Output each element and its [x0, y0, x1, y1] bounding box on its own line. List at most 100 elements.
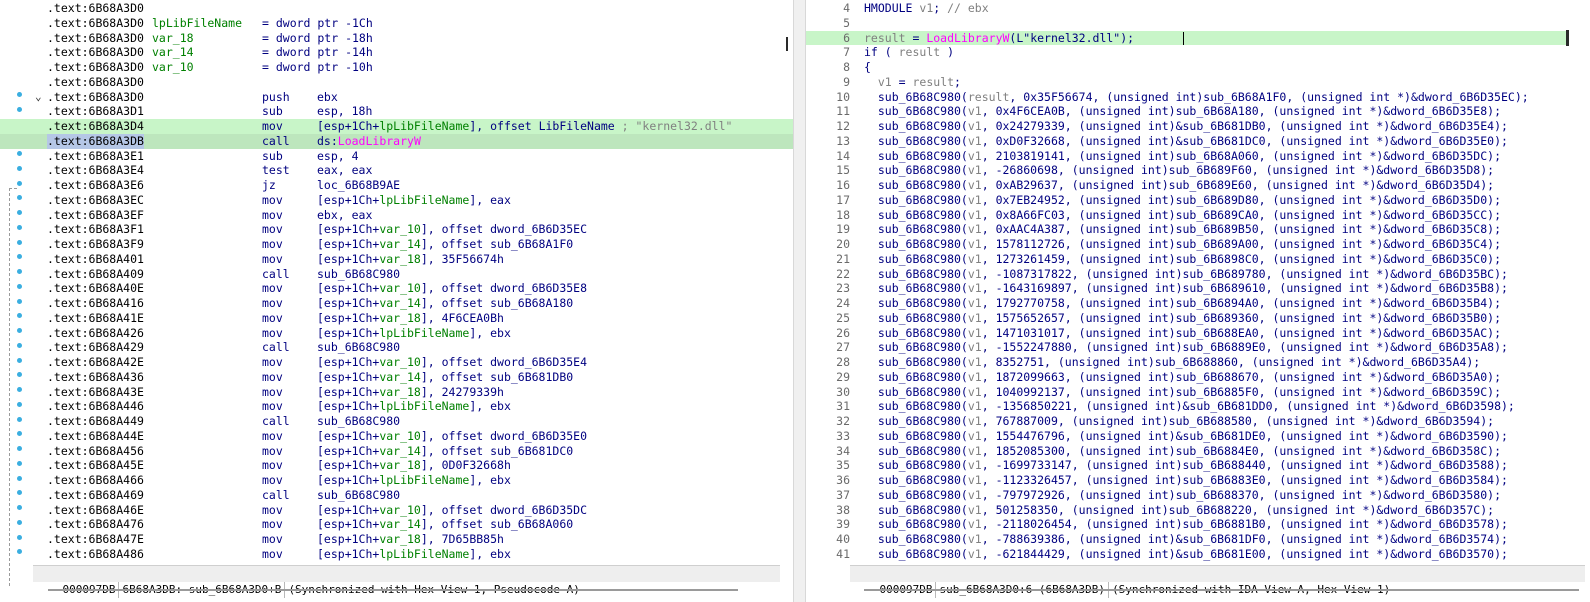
listing-line[interactable]: .text:6B68A3D0 lpLibFileName = dword ptr -…	[0, 16, 793, 31]
pseudocode-line[interactable]: 32 sub_6B68C980(v1, 767887009, (unsigned…	[806, 414, 1568, 429]
code-text[interactable]: sub_6B68C980(result, 0x35F56674, (unsign…	[864, 90, 1529, 105]
listing-line[interactable]: .text:6B68A3D0 push ebx	[0, 90, 793, 105]
code-text[interactable]: sub_6B68C980(v1, 0xD0F32668, (unsigned i…	[864, 134, 1508, 149]
pseudocode-line[interactable]: 34 sub_6B68C980(v1, 1852085300, (unsigne…	[806, 444, 1568, 459]
code-text[interactable]: sub_6B68C980(v1, -797972926, (unsigned i…	[864, 488, 1501, 503]
stack-variable-name[interactable]: lpLibFileName	[152, 16, 242, 31]
operand[interactable]: [esp+1Ch+lpLibFileName], ebx	[317, 399, 511, 414]
pseudocode-line[interactable]: 20 sub_6B68C980(v1, 1578112726, (unsigne…	[806, 237, 1568, 252]
listing-line[interactable]: .text:6B68A449 call sub_6B68C980	[0, 414, 793, 429]
pseudocode-line[interactable]: 22 sub_6B68C980(v1, -1087317822, (unsign…	[806, 267, 1568, 282]
code-text[interactable]: sub_6B68C980(v1, 0xAAC4A387, (unsigned i…	[864, 222, 1501, 237]
listing-line[interactable]: .text:6B68A46E mov [esp+1Ch+var_10], offse…	[0, 503, 793, 518]
code-text[interactable]: sub_6B68C980(v1, 1792770758, (unsigned i…	[864, 296, 1501, 311]
listing-line[interactable]: .text:6B68A401 mov [esp+1Ch+var_18], 35F56…	[0, 252, 793, 267]
code-text[interactable]: sub_6B68C980(v1, 501258350, (unsigned in…	[864, 503, 1494, 518]
listing-line[interactable]: .text:6B68A3E6 jz loc_6B68B9AE	[0, 178, 793, 193]
pseudocode-line[interactable]: 19 sub_6B68C980(v1, 0xAAC4A387, (unsigne…	[806, 222, 1568, 237]
operand[interactable]: [esp+1Ch+lpLibFileName], ebx	[317, 547, 511, 562]
listing-line[interactable]: .text:6B68A3D0 var_10 = dword ptr -10h	[0, 60, 793, 75]
operand[interactable]: sub_6B68C980	[317, 414, 400, 429]
operand[interactable]: [esp+1Ch+lpLibFileName], ebx	[317, 326, 511, 341]
listing-line[interactable]: .text:6B68A426 mov [esp+1Ch+lpLibFileName]…	[0, 326, 793, 341]
operand[interactable]: ebx, eax	[317, 208, 372, 223]
operand[interactable]: [esp+1Ch+lpLibFileName], offset LibFileN…	[317, 119, 732, 134]
listing-line[interactable]: .text:6B68A3D0 var_18 = dword ptr -18h	[0, 31, 793, 46]
operand[interactable]: [esp+1Ch+var_14], offset sub_6B681DC0	[317, 444, 573, 459]
operand[interactable]: sub_6B68C980	[317, 267, 400, 282]
pseudocode-line[interactable]: 39 sub_6B68C980(v1, -2118026454, (unsign…	[806, 517, 1568, 532]
operand[interactable]: [esp+1Ch+lpLibFileName], eax	[317, 193, 511, 208]
listing-line[interactable]: .text:6B68A3E4 test eax, eax	[0, 163, 793, 178]
listing-line[interactable]: .text:6B68A42E mov [esp+1Ch+var_10], offse…	[0, 355, 793, 370]
code-text[interactable]: if ( result )	[864, 45, 954, 60]
operand[interactable]: esp, 18h	[317, 104, 372, 119]
listing-line[interactable]: .text:6B68A3EF mov ebx, eax	[0, 208, 793, 223]
pane-splitter[interactable]	[786, 0, 806, 602]
code-text[interactable]: sub_6B68C980(v1, -2118026454, (unsigned …	[864, 517, 1508, 532]
listing-line[interactable]: .text:6B68A436 mov [esp+1Ch+var_14], offse…	[0, 370, 793, 385]
pseudocode-line[interactable]: 31 sub_6B68C980(v1, -1356850221, (unsign…	[806, 399, 1568, 414]
operand[interactable]: [esp+1Ch+var_10], offset dword_6B6D35EC	[317, 222, 587, 237]
pseudocode-line[interactable]: 10 sub_6B68C980(result, 0x35F56674, (uns…	[806, 90, 1568, 105]
code-text[interactable]: sub_6B68C980(v1, -1087317822, (unsigned …	[864, 267, 1508, 282]
listing-line[interactable]: .text:6B68A3DB call ds:LoadLibraryW	[0, 133, 793, 149]
pseudocode-line[interactable]: 18 sub_6B68C980(v1, 0x8A66FC03, (unsigne…	[806, 208, 1568, 223]
pseudocode-line[interactable]: 30 sub_6B68C980(v1, 1040992137, (unsigne…	[806, 385, 1568, 400]
operand[interactable]: [esp+1Ch+var_10], offset dword_6B6D35E4	[317, 355, 587, 370]
pseudocode-line[interactable]: 17 sub_6B68C980(v1, 0x7EB24952, (unsigne…	[806, 193, 1568, 208]
listing-line[interactable]: .text:6B68A47E mov [esp+1Ch+var_18], 7D65B…	[0, 532, 793, 547]
import-name[interactable]: LoadLibraryW	[338, 134, 421, 148]
operand[interactable]: [esp+1Ch+var_18], 0D0F32668h	[317, 458, 511, 473]
pseudocode-line[interactable]: 35 sub_6B68C980(v1, -1699733147, (unsign…	[806, 458, 1568, 473]
pseudocode-line[interactable]: 28 sub_6B68C980(v1, 8352751, (unsigned i…	[806, 355, 1568, 370]
operand[interactable]: loc_6B68B9AE	[317, 178, 400, 193]
stack-variable-name[interactable]: var_10	[152, 60, 194, 75]
pseudocode-line[interactable]: 9 v1 = result;	[806, 75, 1568, 90]
pseudocode-line[interactable]: 25 sub_6B68C980(v1, 1575652657, (unsigne…	[806, 311, 1568, 326]
stack-variable-name[interactable]: var_18	[152, 31, 194, 46]
pseudocode-line[interactable]: 7 if ( result )	[806, 45, 1568, 60]
listing-line[interactable]: .text:6B68A416 mov [esp+1Ch+var_14], offse…	[0, 296, 793, 311]
listing-line[interactable]: .text:6B68A3D4 mov [esp+1Ch+lpLibFileName]…	[0, 119, 793, 134]
listing-line[interactable]: .text:6B68A429 call sub_6B68C980	[0, 340, 793, 355]
code-text[interactable]: sub_6B68C980(v1, -1356850221, (unsigned …	[864, 399, 1515, 414]
code-text[interactable]: sub_6B68C980(v1, -1643169897, (unsigned …	[864, 281, 1508, 296]
listing-line[interactable]: .text:6B68A476 mov [esp+1Ch+var_14], offse…	[0, 517, 793, 532]
pseudocode-line[interactable]: 29 sub_6B68C980(v1, 1872099663, (unsigne…	[806, 370, 1568, 385]
pseudocode-line[interactable]: 14 sub_6B68C980(v1, 2103819141, (unsigne…	[806, 149, 1568, 164]
disassembly-listing[interactable]: .text:6B68A3D0 .text:6B68A3D0 lpLibFileNam…	[0, 1, 793, 562]
code-text[interactable]: sub_6B68C980(v1, -621844429, (unsigned i…	[864, 547, 1508, 562]
operand[interactable]: [esp+1Ch+lpLibFileName], ebx	[317, 473, 511, 488]
pseudocode-line[interactable]: 5	[806, 16, 1568, 31]
code-text[interactable]: sub_6B68C980(v1, 1578112726, (unsigned i…	[864, 237, 1501, 252]
pseudocode-line[interactable]: 16 sub_6B68C980(v1, 0xAB29637, (unsigned…	[806, 178, 1568, 193]
pseudocode-line[interactable]: 12 sub_6B68C980(v1, 0x24279339, (unsigne…	[806, 119, 1568, 134]
code-text[interactable]: sub_6B68C980(v1, 0x4F6CEA0B, (unsigned i…	[864, 104, 1501, 119]
code-text[interactable]: {	[864, 60, 871, 75]
listing-line[interactable]: .text:6B68A466 mov [esp+1Ch+lpLibFileName]…	[0, 473, 793, 488]
pseudocode-line[interactable]: 27 sub_6B68C980(v1, -1552247880, (unsign…	[806, 340, 1568, 355]
code-text[interactable]: sub_6B68C980(v1, 2103819141, (unsigned i…	[864, 149, 1501, 164]
code-text[interactable]: sub_6B68C980(v1, 0x8A66FC03, (unsigned i…	[864, 208, 1501, 223]
pseudocode-line[interactable]: 11 sub_6B68C980(v1, 0x4F6CEA0B, (unsigne…	[806, 104, 1568, 119]
operand[interactable]: [esp+1Ch+var_18], 7D65BB85h	[317, 532, 504, 547]
listing-line[interactable]: .text:6B68A456 mov [esp+1Ch+var_14], offse…	[0, 444, 793, 459]
listing-line[interactable]: .text:6B68A3E1 sub esp, 4	[0, 149, 793, 164]
pseudocode-line[interactable]: 41 sub_6B68C980(v1, -621844429, (unsigne…	[806, 547, 1568, 562]
code-text[interactable]: sub_6B68C980(v1, 767887009, (unsigned in…	[864, 414, 1494, 429]
operand[interactable]: sub_6B68C980	[317, 340, 400, 355]
pseudocode-line[interactable]: 13 sub_6B68C980(v1, 0xD0F32668, (unsigne…	[806, 134, 1568, 149]
code-text[interactable]: sub_6B68C980(v1, 1471031017, (unsigned i…	[864, 326, 1501, 341]
pseudocode-listing[interactable]: 4 HMODULE v1; // ebx 5 6 result = LoadLibrar…	[806, 1, 1568, 562]
pseudocode-line[interactable]: 23 sub_6B68C980(v1, -1643169897, (unsign…	[806, 281, 1568, 296]
pseudocode-line[interactable]: 38 sub_6B68C980(v1, 501258350, (unsigned…	[806, 503, 1568, 518]
listing-line[interactable]: .text:6B68A3F9 mov [esp+1Ch+var_14], offse…	[0, 237, 793, 252]
operand[interactable]: [esp+1Ch+var_18], 35F56674h	[317, 252, 504, 267]
pseudocode-line[interactable]: 15 sub_6B68C980(v1, -26860698, (unsigned…	[806, 163, 1568, 178]
listing-line[interactable]: .text:6B68A41E mov [esp+1Ch+var_18], 4F6CE…	[0, 311, 793, 326]
listing-line[interactable]: .text:6B68A3D0	[0, 75, 793, 90]
code-text[interactable]: sub_6B68C980(v1, 1852085300, (unsigned i…	[864, 444, 1501, 459]
listing-line[interactable]: .text:6B68A3D1 sub esp, 18h	[0, 104, 793, 119]
operand[interactable]: esp, 4	[317, 149, 359, 164]
